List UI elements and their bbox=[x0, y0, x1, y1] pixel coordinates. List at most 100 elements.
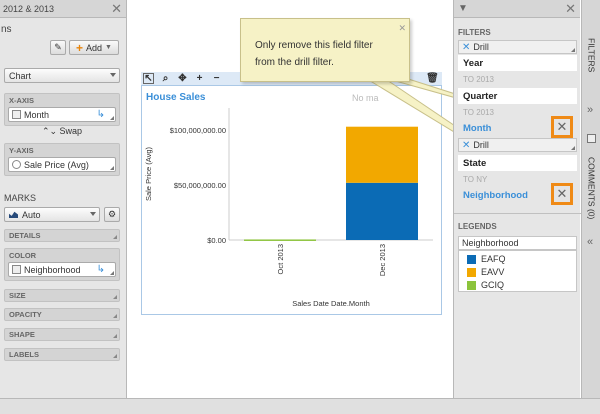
edit-button[interactable]: ✎ bbox=[50, 40, 66, 55]
opacity-header: OPACITY bbox=[9, 310, 42, 319]
color-section: COLOR Neighborhood ↳ bbox=[4, 248, 120, 281]
zoom-icon[interactable]: ⌕ bbox=[160, 73, 171, 84]
shape-section[interactable]: SHAPE bbox=[4, 328, 120, 341]
tab-filters[interactable]: FILTERS bbox=[582, 20, 600, 90]
opacity-section[interactable]: OPACITY bbox=[4, 308, 120, 321]
x-axis-header: X-AXIS bbox=[9, 95, 35, 105]
year-label: Year bbox=[458, 55, 577, 71]
select-icon[interactable]: ↖ bbox=[143, 73, 154, 84]
marks-settings-button[interactable]: ⚙ bbox=[104, 207, 120, 222]
close-icon[interactable]: ✕ bbox=[111, 2, 122, 15]
pan-icon[interactable]: ✥ bbox=[177, 73, 188, 84]
legend-swatch bbox=[467, 280, 476, 290]
status-bar bbox=[0, 398, 600, 414]
legend-title-text: Neighborhood bbox=[462, 238, 519, 248]
remove-neighborhood-button[interactable]: ✕ bbox=[551, 183, 573, 205]
chevron-down-icon bbox=[110, 73, 116, 77]
x-axis-field[interactable]: Month ↳ bbox=[8, 107, 116, 122]
close-icon[interactable]: ✕ bbox=[398, 20, 406, 37]
legend-label: EAVV bbox=[481, 267, 505, 277]
size-header: SIZE bbox=[9, 291, 26, 300]
corner-icon bbox=[113, 295, 117, 299]
delete-icon[interactable]: 🗑 bbox=[426, 73, 439, 84]
corner-icon bbox=[571, 48, 575, 52]
filters-header: FILTERS bbox=[458, 28, 491, 37]
labels-section[interactable]: LABELS bbox=[4, 348, 120, 361]
legend-title: Neighborhood bbox=[458, 236, 577, 250]
legends-header: LEGENDS bbox=[458, 222, 497, 231]
drill-filter-2[interactable]: ✕ Drill bbox=[458, 138, 577, 152]
x-axis-field-label: Month bbox=[24, 109, 50, 120]
corner-icon bbox=[113, 314, 117, 318]
corner-icon bbox=[113, 235, 117, 239]
swap-button[interactable]: ⌃⌄ Swap bbox=[4, 126, 120, 137]
corner-icon bbox=[110, 166, 114, 170]
marks-label: MARKS bbox=[4, 193, 37, 203]
zoom-in-icon[interactable]: + bbox=[194, 73, 205, 84]
quarter-label: Quarter bbox=[458, 88, 577, 104]
drill-icon[interactable]: ↳ bbox=[97, 264, 105, 275]
y-axis-field[interactable]: Sale Price (Avg) bbox=[8, 157, 116, 172]
corner-icon bbox=[113, 354, 117, 358]
shape-header: SHAPE bbox=[9, 330, 35, 339]
corner-icon bbox=[571, 146, 575, 150]
filter-panel-top: ▼ ✕ bbox=[454, 0, 580, 18]
remove-month-button[interactable]: ✕ bbox=[551, 116, 573, 138]
zoom-out-icon[interactable]: − bbox=[211, 73, 222, 84]
legend-item: EAVV bbox=[467, 267, 504, 277]
x-axis-section: X-AXIS Month ↳ bbox=[4, 93, 120, 126]
plus-icon: + bbox=[76, 40, 84, 55]
corner-icon bbox=[110, 116, 114, 120]
close-icon[interactable]: ✕ bbox=[565, 2, 576, 15]
details-section[interactable]: DETAILS bbox=[4, 229, 120, 242]
remove-icon[interactable]: ✕ bbox=[462, 140, 470, 151]
legend-swatch bbox=[467, 267, 476, 277]
tooltip-line-2: from the drill filter. bbox=[255, 57, 334, 68]
legend-label: EAFQ bbox=[481, 254, 506, 264]
remove-icon[interactable]: ✕ bbox=[462, 42, 470, 53]
size-section[interactable]: SIZE bbox=[4, 289, 120, 302]
gear-icon: ⚙ bbox=[107, 209, 117, 219]
calendar-icon bbox=[12, 110, 21, 119]
y-axis-field-label: Sale Price (Avg) bbox=[24, 159, 89, 170]
legend-list: EAFQ EAVV GCIQ bbox=[458, 250, 577, 292]
divider bbox=[454, 213, 581, 214]
x-tick-label: Oct 2013 bbox=[276, 244, 285, 274]
corner-icon bbox=[110, 271, 114, 275]
y-axis-label: Sale Price (Avg) bbox=[144, 146, 153, 201]
color-field[interactable]: Neighborhood ↳ bbox=[8, 262, 116, 277]
legend-swatch bbox=[467, 254, 476, 264]
drill-icon[interactable]: ↳ bbox=[97, 109, 105, 120]
y-tick-label: $0.00 bbox=[207, 236, 226, 245]
y-axis-header: Y-AXIS bbox=[9, 145, 34, 155]
chart-plot: $100,000,000.00 $50,000,000.00 $0.00 Sale P… bbox=[144, 108, 433, 308]
left-panel-title-text: 2012 & 2013 bbox=[3, 3, 55, 14]
labels-header: LABELS bbox=[9, 350, 39, 359]
x-tick-label: Dec 2013 bbox=[378, 244, 387, 276]
legend-item: EAFQ bbox=[467, 254, 506, 264]
chevron-right-icon[interactable]: » bbox=[587, 104, 593, 116]
add-toolbar: ✎ + Add ▼ bbox=[50, 40, 119, 55]
add-label: Add bbox=[86, 42, 103, 53]
legend-item: GCIQ bbox=[467, 280, 504, 290]
add-button[interactable]: + Add ▼ bbox=[69, 40, 119, 55]
y-axis-section: Y-AXIS Sale Price (Avg) bbox=[4, 143, 120, 176]
drill-label-2: Drill bbox=[473, 140, 489, 150]
drill-filter-1[interactable]: ✕ Drill bbox=[458, 40, 577, 54]
close-icon: ✕ bbox=[556, 186, 568, 201]
bar-gciq bbox=[244, 239, 316, 241]
section-label: ns bbox=[1, 24, 12, 35]
comment-icon bbox=[587, 134, 596, 143]
funnel-icon: ▼ bbox=[458, 3, 468, 14]
pencil-icon: ✎ bbox=[54, 42, 62, 52]
tab-comments[interactable]: COMMENTS (0) bbox=[582, 150, 600, 226]
year-value: TO 2013 bbox=[463, 74, 494, 84]
tooltip-line-1: Only remove this field filter bbox=[255, 40, 373, 51]
drill-label-1: Drill bbox=[473, 42, 489, 52]
chevron-left-icon[interactable]: « bbox=[587, 236, 593, 248]
corner-icon bbox=[113, 334, 117, 338]
tooltip: ✕ Only remove this field filter from the… bbox=[240, 18, 410, 82]
chart-type-select[interactable]: Chart bbox=[4, 68, 120, 83]
tab-filters-label: FILTERS bbox=[586, 37, 597, 73]
marks-type-select[interactable]: Auto bbox=[4, 207, 100, 222]
